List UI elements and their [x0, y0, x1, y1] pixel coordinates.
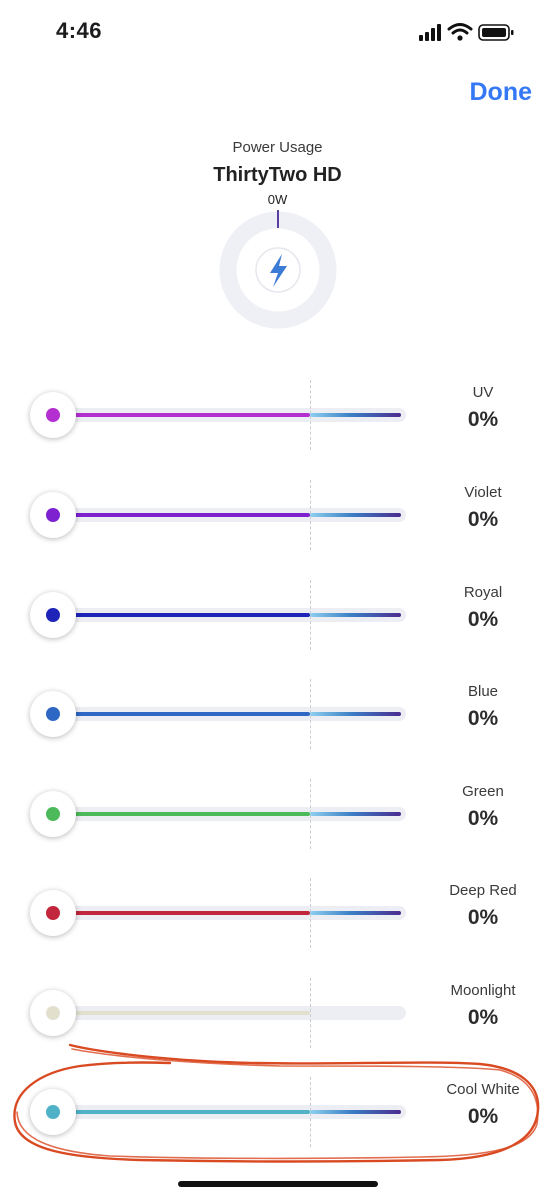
channel-name: Royal [463, 584, 503, 601]
slider-fill [70, 1011, 310, 1015]
wifi-icon [447, 23, 473, 41]
slider-knob[interactable] [30, 791, 76, 837]
slider-range [310, 613, 401, 617]
slider-knob[interactable] [30, 592, 76, 638]
cellular-signal-icon [419, 24, 441, 41]
channel-value: 0% [467, 707, 499, 730]
channel-name: UV [472, 384, 494, 401]
channel-name: Green [462, 783, 504, 800]
power-watts: 0W [267, 192, 288, 207]
channel-value: 0% [467, 608, 499, 631]
channel-row-cool-white: Cool White 0% [0, 1077, 555, 1147]
channel-color-dot [46, 1006, 60, 1020]
channel-row-green: Green 0% [0, 779, 555, 849]
channel-row-uv: UV 0% [0, 380, 555, 450]
home-indicator[interactable] [178, 1181, 378, 1187]
channel-row-deep-red: Deep Red 0% [0, 878, 555, 948]
battery-icon [478, 24, 514, 41]
status-time: 4:46 [56, 18, 103, 43]
channel-color-dot [46, 807, 60, 821]
channel-color-dot [46, 906, 60, 920]
channel-row-blue: Blue 0% [0, 679, 555, 749]
channel-color-dot [46, 608, 60, 622]
slider-range [310, 1011, 401, 1015]
slider-range [310, 513, 401, 517]
channel-value: 0% [467, 1105, 499, 1128]
slider-knob[interactable] [30, 990, 76, 1036]
slider-range [310, 812, 401, 816]
slider-knob[interactable] [30, 492, 76, 538]
channel-row-royal: Royal 0% [0, 580, 555, 650]
channel-color-dot [46, 1105, 60, 1119]
channel-value: 0% [467, 408, 499, 431]
slider-range [310, 712, 401, 716]
channel-name: Blue [467, 683, 499, 700]
slider-knob[interactable] [30, 691, 76, 737]
slider-fill [70, 613, 310, 617]
power-usage-label: Power Usage [232, 139, 323, 156]
device-name: ThirtyTwo HD [213, 164, 342, 186]
channel-name: Deep Red [449, 882, 517, 899]
channel-color-dot [46, 508, 60, 522]
channel-value: 0% [467, 1006, 499, 1029]
channel-name: Violet [464, 484, 502, 501]
channel-value: 0% [467, 906, 499, 929]
slider-knob[interactable] [30, 1089, 76, 1135]
channel-color-dot [46, 408, 60, 422]
channel-name: Moonlight [450, 982, 516, 999]
channel-color-dot [46, 707, 60, 721]
done-button[interactable]: Done [470, 78, 533, 107]
slider-range [310, 911, 401, 915]
channel-row-moonlight: Moonlight 0% [0, 978, 555, 1048]
channel-value: 0% [467, 508, 499, 531]
slider-fill [70, 712, 310, 716]
slider-fill [70, 513, 310, 517]
slider-fill [70, 911, 310, 915]
channel-value: 0% [467, 807, 499, 830]
channel-name: Cool White [446, 1081, 520, 1098]
slider-fill [70, 1110, 310, 1114]
slider-knob[interactable] [30, 392, 76, 438]
slider-fill [70, 812, 310, 816]
channel-row-violet: Violet 0% [0, 480, 555, 550]
slider-fill [70, 413, 310, 417]
slider-range [310, 1110, 401, 1114]
status-icons [419, 22, 519, 42]
power-gauge [218, 210, 338, 330]
slider-range [310, 413, 401, 417]
slider-knob[interactable] [30, 890, 76, 936]
